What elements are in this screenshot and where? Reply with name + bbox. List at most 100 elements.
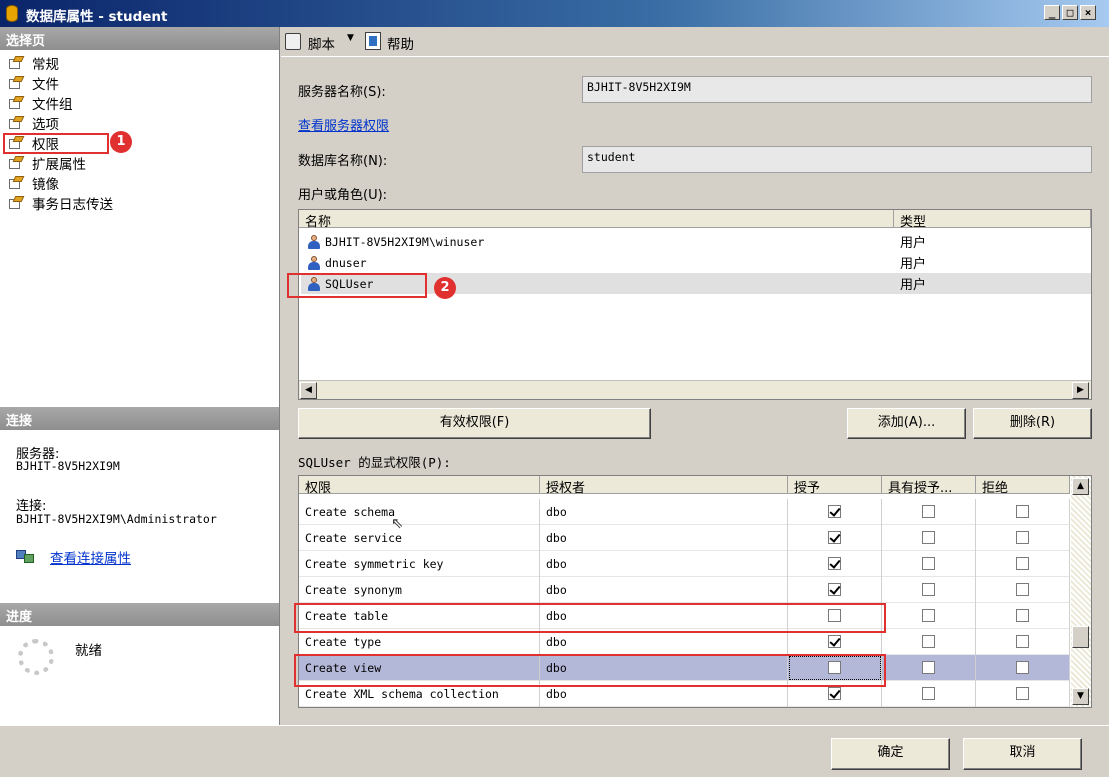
scroll-down-icon[interactable]: ▼ bbox=[1072, 688, 1089, 705]
user-type: 用户 bbox=[900, 257, 927, 272]
page-icon bbox=[8, 196, 25, 210]
with-grant-checkbox[interactable] bbox=[922, 661, 935, 674]
window-title: 数据库属性 - student bbox=[26, 9, 168, 25]
with-grant-checkbox[interactable] bbox=[922, 505, 935, 518]
page-item[interactable]: 镜像 bbox=[8, 173, 59, 193]
deny-checkbox[interactable] bbox=[1016, 505, 1029, 518]
user-type: 用户 bbox=[900, 278, 927, 293]
user-icon bbox=[307, 255, 321, 270]
vertical-scrollbar[interactable]: ▲ ▼ bbox=[1071, 476, 1091, 707]
page-icon bbox=[8, 176, 25, 190]
close-button[interactable]: × bbox=[1080, 5, 1096, 20]
highlight-box-1 bbox=[3, 133, 109, 154]
annotation-badge-2: 2 bbox=[434, 277, 456, 299]
checkbox-cell bbox=[882, 603, 976, 629]
effective-permissions-button[interactable]: 有效权限(F) bbox=[298, 408, 651, 439]
page-icon bbox=[8, 156, 25, 170]
checkbox-cell bbox=[976, 655, 1070, 681]
scrollbar-thumb[interactable] bbox=[1072, 626, 1089, 648]
column-header-grant[interactable]: 授予 bbox=[788, 476, 882, 496]
users-roles-list[interactable]: 名称 类型 BJHIT-8V5H2XI9M\winuser 用户 dnuser 用户 S… bbox=[298, 209, 1092, 400]
with-grant-checkbox[interactable] bbox=[922, 687, 935, 700]
user-type: 用户 bbox=[900, 236, 927, 251]
page-item-label: 常规 bbox=[32, 57, 59, 73]
help-button[interactable]: 帮助 bbox=[387, 33, 414, 53]
progress-status: 就绪 bbox=[75, 643, 102, 659]
column-header-grantor[interactable]: 授权者 bbox=[540, 476, 788, 496]
permission-row[interactable]: Create symmetric key dbo bbox=[299, 551, 1070, 577]
column-header-with-grant[interactable]: 具有授予... bbox=[882, 476, 976, 496]
user-row[interactable]: BJHIT-8V5H2XI9M\winuser 用户 bbox=[301, 231, 1091, 252]
minimize-button[interactable]: _ bbox=[1044, 5, 1060, 20]
scroll-right-icon[interactable]: ▶ bbox=[1072, 382, 1089, 399]
column-header-permission[interactable]: 权限 bbox=[299, 476, 540, 496]
highlight-box-4 bbox=[294, 654, 886, 687]
user-row[interactable]: dnuser 用户 bbox=[301, 252, 1091, 273]
column-header-deny[interactable]: 拒绝 bbox=[976, 476, 1070, 496]
page-item[interactable]: 常规 bbox=[8, 53, 59, 73]
grantor: dbo bbox=[540, 551, 788, 577]
deny-checkbox[interactable] bbox=[1016, 687, 1029, 700]
permission-row[interactable]: Create service dbo bbox=[299, 525, 1070, 551]
help-icon bbox=[365, 32, 381, 50]
permission-row[interactable]: Create synonym dbo bbox=[299, 577, 1070, 603]
view-server-permissions-link[interactable]: 查看服务器权限 bbox=[298, 115, 389, 134]
server-name-field: BJHIT-8V5H2XI9M bbox=[582, 76, 1092, 103]
grant-checkbox[interactable] bbox=[828, 531, 841, 544]
cancel-button[interactable]: 取消 bbox=[963, 738, 1082, 770]
add-button[interactable]: 添加(A)... bbox=[847, 408, 966, 439]
grant-checkbox[interactable] bbox=[828, 557, 841, 570]
permission-name: Create synonym bbox=[299, 577, 540, 603]
scroll-left-icon[interactable]: ◀ bbox=[300, 382, 317, 399]
checkbox-cell bbox=[882, 655, 976, 681]
page-item[interactable]: 文件 bbox=[8, 73, 59, 93]
view-connection-properties-link[interactable]: 查看连接属性 bbox=[50, 547, 131, 567]
grant-checkbox[interactable] bbox=[828, 505, 841, 518]
horizontal-scrollbar[interactable]: ◀ ▶ bbox=[299, 380, 1091, 399]
connection-properties-icon bbox=[16, 548, 36, 564]
connection-header: 连接 bbox=[0, 407, 279, 430]
column-header-type[interactable]: 类型 bbox=[894, 210, 1091, 230]
with-grant-checkbox[interactable] bbox=[922, 583, 935, 596]
user-name: BJHIT-8V5H2XI9M\winuser bbox=[325, 234, 485, 249]
deny-checkbox[interactable] bbox=[1016, 557, 1029, 570]
with-grant-checkbox[interactable] bbox=[922, 531, 935, 544]
permission-row[interactable]: Create schema dbo bbox=[299, 499, 1070, 525]
ok-button[interactable]: 确定 bbox=[831, 738, 950, 770]
maximize-button[interactable]: □ bbox=[1062, 5, 1078, 20]
server-name-label: 服务器名称(S): bbox=[298, 85, 386, 100]
chevron-down-icon[interactable]: ▼ bbox=[347, 33, 354, 43]
with-grant-checkbox[interactable] bbox=[922, 557, 935, 570]
page-item[interactable]: 选项 bbox=[8, 113, 59, 133]
page-item-label: 文件组 bbox=[32, 97, 73, 113]
script-icon bbox=[285, 33, 301, 50]
remove-button[interactable]: 删除(R) bbox=[973, 408, 1092, 439]
deny-checkbox[interactable] bbox=[1016, 661, 1029, 674]
column-header-name[interactable]: 名称 bbox=[299, 210, 894, 230]
checkbox-cell bbox=[788, 551, 882, 577]
grantor: dbo bbox=[540, 499, 788, 525]
script-button[interactable]: 脚本 bbox=[308, 33, 335, 53]
grant-checkbox[interactable] bbox=[828, 687, 841, 700]
toolbar: 脚本 ▼ 帮助 bbox=[281, 27, 1109, 57]
grant-checkbox[interactable] bbox=[828, 635, 841, 648]
with-grant-checkbox[interactable] bbox=[922, 609, 935, 622]
progress-header: 进度 bbox=[0, 603, 279, 626]
checkbox-cell bbox=[882, 577, 976, 603]
page-item[interactable]: 扩展属性 bbox=[8, 153, 86, 173]
scroll-up-icon[interactable]: ▲ bbox=[1072, 478, 1089, 495]
deny-checkbox[interactable] bbox=[1016, 531, 1029, 544]
deny-checkbox[interactable] bbox=[1016, 635, 1029, 648]
deny-checkbox[interactable] bbox=[1016, 609, 1029, 622]
checkbox-cell bbox=[882, 551, 976, 577]
server-value: BJHIT-8V5H2XI9M bbox=[16, 459, 120, 473]
page-item[interactable]: 文件组 bbox=[8, 93, 73, 113]
user-icon bbox=[307, 234, 321, 249]
grant-checkbox[interactable] bbox=[828, 583, 841, 596]
page-item-label: 镜像 bbox=[32, 177, 59, 193]
page-icon bbox=[8, 56, 25, 70]
checkbox-cell bbox=[882, 525, 976, 551]
page-item[interactable]: 事务日志传送 bbox=[8, 193, 113, 213]
with-grant-checkbox[interactable] bbox=[922, 635, 935, 648]
deny-checkbox[interactable] bbox=[1016, 583, 1029, 596]
